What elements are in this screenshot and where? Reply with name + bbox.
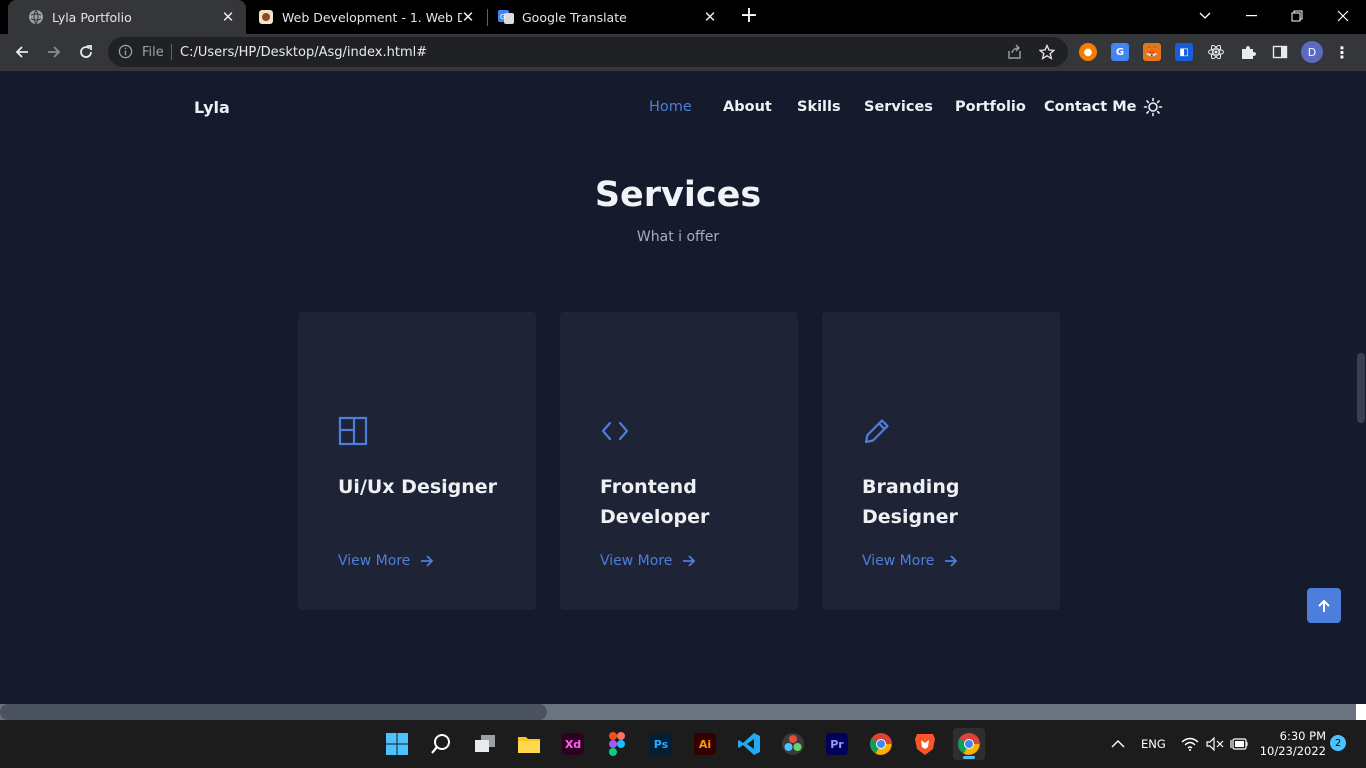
browser-tab-strip: Lyla Portfolio ✕ Web Development - 1. We… <box>0 0 1366 34</box>
volume-muted-icon[interactable] <box>1206 720 1224 768</box>
chrome-active-icon[interactable] <box>953 728 985 760</box>
section-title: Services <box>594 175 762 215</box>
figma-icon[interactable] <box>601 728 633 760</box>
nav-contact[interactable]: Contact Me <box>1044 99 1136 115</box>
tab-lyla-portfolio[interactable]: Lyla Portfolio ✕ <box>8 0 246 34</box>
site-logo[interactable]: Lyla <box>194 98 230 117</box>
forward-icon[interactable] <box>41 39 67 65</box>
language-indicator[interactable]: ENG <box>1141 720 1166 768</box>
view-more-link[interactable]: View More <box>862 553 958 569</box>
tab-title: Google Translate <box>522 9 627 25</box>
nav-skills[interactable]: Skills <box>797 99 841 115</box>
task-view-icon[interactable] <box>469 728 501 760</box>
close-tab-icon[interactable]: ✕ <box>460 8 476 26</box>
back-icon[interactable] <box>9 39 35 65</box>
side-panel-icon[interactable] <box>1271 43 1289 61</box>
scroll-up-button[interactable] <box>1307 588 1341 623</box>
nav-home[interactable]: Home <box>649 99 692 115</box>
arrow-up-icon <box>1318 599 1330 612</box>
card-title: Frontend Developer <box>600 476 710 528</box>
google-translate-icon[interactable]: G <box>1111 43 1129 61</box>
nav-services[interactable]: Services <box>864 99 933 115</box>
nav-about[interactable]: About <box>723 99 772 115</box>
arrow-right-icon <box>945 555 958 567</box>
service-card-uiux: Ui/Ux Designer View More <box>298 312 536 610</box>
vscode-icon[interactable] <box>733 728 765 760</box>
file-explorer-icon[interactable] <box>513 728 545 760</box>
brave-icon[interactable] <box>909 728 941 760</box>
davinci-resolve-icon[interactable] <box>777 728 809 760</box>
course-favicon-icon <box>258 9 274 25</box>
sun-icon[interactable] <box>1143 97 1163 117</box>
windows-taskbar: Xd Ps Ai Pr ENG 6:30 PM 10/23/2022 2 <box>0 720 1366 768</box>
clock-date: 10/23/2022 <box>1259 744 1326 758</box>
tab-search-icon[interactable] <box>1182 0 1228 32</box>
close-window-button[interactable] <box>1320 0 1366 32</box>
code-icon <box>600 416 630 446</box>
minimize-button[interactable] <box>1228 0 1274 32</box>
omnibox-divider <box>171 44 172 60</box>
tab-title: Web Development - 1. Web Desi <box>282 9 462 25</box>
wifi-icon[interactable] <box>1181 720 1199 768</box>
adobe-xd-icon[interactable]: Xd <box>557 728 589 760</box>
layout-icon <box>338 416 368 446</box>
feed-icon[interactable]: ● <box>1079 43 1097 61</box>
notification-badge[interactable]: 2 <box>1330 735 1346 751</box>
reload-icon[interactable] <box>73 39 99 65</box>
vertical-scroll-thumb[interactable] <box>1357 353 1365 423</box>
puzzle-icon[interactable] <box>1239 43 1257 61</box>
system-clock[interactable]: 6:30 PM 10/23/2022 <box>1256 729 1326 759</box>
google-translate-icon: G <box>498 9 514 25</box>
view-more-label: View More <box>338 553 411 569</box>
nav-portfolio[interactable]: Portfolio <box>955 99 1026 115</box>
tray-overflow-icon[interactable] <box>1111 720 1125 768</box>
metamask-icon[interactable]: 🦊 <box>1143 43 1161 61</box>
clock-time: 6:30 PM <box>1279 729 1326 743</box>
service-card-frontend: Frontend Developer View More <box>560 312 798 610</box>
view-more-link[interactable]: View More <box>338 553 434 569</box>
section-subtitle: What i offer <box>636 229 720 245</box>
horizontal-scrollbar[interactable] <box>0 704 1356 720</box>
restore-button[interactable] <box>1274 0 1320 32</box>
pencil-icon <box>862 416 892 446</box>
share-icon[interactable] <box>1006 43 1024 61</box>
premiere-pro-icon[interactable]: Pr <box>821 728 853 760</box>
address-bar[interactable]: File C:/Users/HP/Desktop/Asg/index.html# <box>108 37 1068 67</box>
close-tab-icon[interactable]: ✕ <box>702 8 718 26</box>
close-tab-icon[interactable]: ✕ <box>220 8 236 26</box>
windows-start-icon[interactable] <box>381 728 413 760</box>
arrow-right-icon <box>683 555 696 567</box>
tab-web-development[interactable]: Web Development - 1. Web Desi ✕ <box>246 0 486 34</box>
tab-google-translate[interactable]: G Google Translate ✕ <box>488 0 728 34</box>
view-more-label: View More <box>600 553 673 569</box>
card-title: Branding Designer <box>862 476 960 528</box>
page-viewport: Lyla Home About Skills Services Portfoli… <box>0 71 1356 704</box>
bookmark-star-icon[interactable] <box>1038 43 1056 61</box>
vertical-scrollbar[interactable] <box>1356 71 1366 704</box>
browser-toolbar: File C:/Users/HP/Desktop/Asg/index.html#… <box>0 34 1366 71</box>
horizontal-scroll-thumb[interactable] <box>0 704 547 720</box>
illustrator-icon[interactable]: Ai <box>689 728 721 760</box>
photoshop-icon[interactable]: Ps <box>645 728 677 760</box>
chrome-icon[interactable] <box>865 728 897 760</box>
menu-icon[interactable]: ⋮ <box>1333 43 1351 62</box>
arrow-right-icon <box>421 555 434 567</box>
url-text[interactable]: C:/Users/HP/Desktop/Asg/index.html# <box>180 45 427 60</box>
bitwarden-icon[interactable]: ◧ <box>1175 43 1193 61</box>
battery-icon[interactable] <box>1230 720 1248 768</box>
card-title: Ui/Ux Designer <box>338 476 498 498</box>
globe-icon <box>28 9 44 25</box>
svg-text:G: G <box>500 13 505 21</box>
view-more-link[interactable]: View More <box>600 553 696 569</box>
view-more-label: View More <box>862 553 935 569</box>
site-info-icon[interactable] <box>118 44 133 63</box>
new-tab-button[interactable]: + <box>738 5 760 27</box>
tab-title: Lyla Portfolio <box>52 9 132 25</box>
scheme-label: File <box>142 45 164 60</box>
scrollbar-corner <box>1356 704 1366 720</box>
react-devtools-icon[interactable] <box>1207 43 1225 61</box>
search-icon[interactable] <box>425 728 457 760</box>
profile-avatar[interactable]: D <box>1301 41 1323 63</box>
service-card-branding: Branding Designer View More <box>822 312 1060 610</box>
